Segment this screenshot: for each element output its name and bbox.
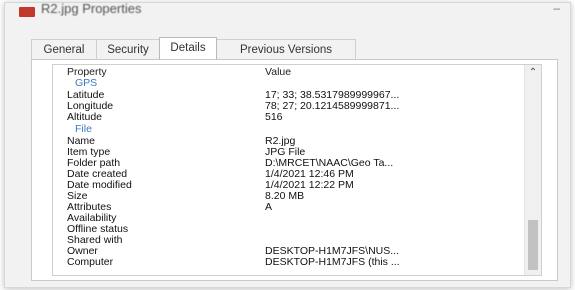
properties-dialog: R2.jpg Properties – General Security Det… — [4, 1, 571, 288]
scrollbar-thumb[interactable] — [528, 220, 538, 270]
property-name: Altitude — [67, 111, 103, 123]
property-name: Computer — [67, 256, 114, 268]
group-label: File — [75, 123, 92, 135]
close-button[interactable]: – — [553, 1, 560, 15]
tab-general[interactable]: General — [31, 39, 97, 59]
tab-previous-versions[interactable]: Previous Versions — [216, 39, 356, 59]
vertical-scrollbar[interactable]: ⌃ — [524, 65, 541, 275]
image-file-icon — [19, 7, 35, 17]
property-value: A — [265, 201, 273, 213]
column-value[interactable]: Value — [265, 67, 291, 78]
chevron-up-icon[interactable]: ⌃ — [525, 67, 541, 79]
property-value: DESKTOP-H1M7JFS (this ... — [265, 256, 400, 268]
details-list[interactable]: Property Value GPS Latitude 17; 33; 38.5… — [52, 64, 542, 276]
tab-details[interactable]: Details — [159, 37, 217, 59]
group-label: GPS — [75, 77, 98, 89]
window-title: R2.jpg Properties — [41, 1, 142, 16]
details-panel: Property Value GPS Latitude 17; 33; 38.5… — [31, 59, 558, 281]
title-bar: R2.jpg Properties – — [5, 1, 570, 29]
property-value: 516 — [265, 111, 283, 123]
property-value: 78; 27; 20.1214589999871... — [265, 100, 400, 112]
tab-security[interactable]: Security — [96, 39, 160, 59]
